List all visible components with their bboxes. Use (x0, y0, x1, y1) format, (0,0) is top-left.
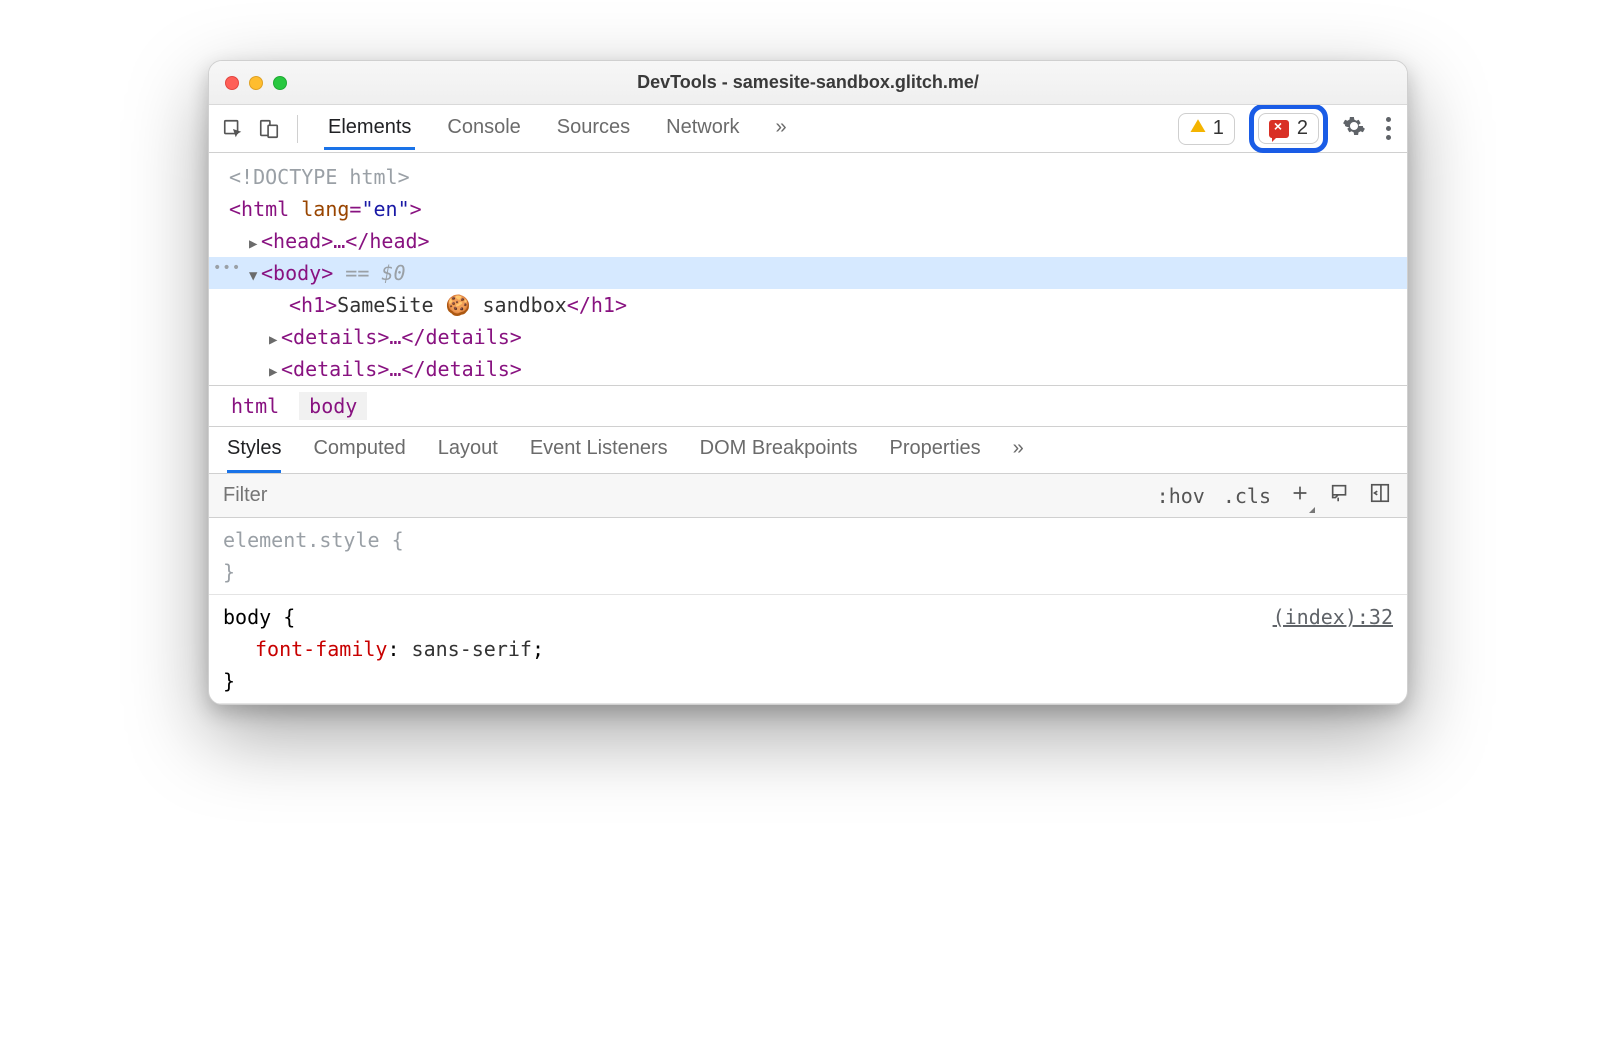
style-source-link[interactable]: (index):32 (1273, 601, 1393, 633)
minimize-window-button[interactable] (249, 76, 263, 90)
window-title: DevTools - samesite-sandbox.glitch.me/ (209, 72, 1407, 93)
subtab-styles[interactable]: Styles (227, 437, 281, 473)
toggle-computed-panel-icon[interactable] (1369, 482, 1391, 509)
breadcrumb: html body (209, 385, 1407, 427)
filter-tools: :hov .cls (1141, 482, 1407, 509)
crumb-body[interactable]: body (299, 392, 367, 420)
dom-html-open[interactable]: <html lang="en"> (209, 193, 1407, 225)
warnings-badge[interactable]: 1 (1178, 113, 1235, 145)
body-style-block[interactable]: (index):32 body { font-family: sans-seri… (209, 595, 1407, 704)
warnings-count: 1 (1213, 117, 1224, 140)
disclosure-right-icon[interactable]: ▶ (269, 361, 281, 383)
subtab-computed[interactable]: Computed (313, 437, 405, 473)
element-style-close: } (223, 556, 1393, 588)
devtools-window: DevTools - samesite-sandbox.glitch.me/ E… (208, 60, 1408, 705)
styles-subtabs: Styles Computed Layout Event Listeners D… (209, 427, 1407, 474)
dom-h1[interactable]: <h1>SameSite 🍪 sandbox</h1> (209, 289, 1407, 321)
tab-console[interactable]: Console (443, 108, 524, 150)
subtab-event-listeners[interactable]: Event Listeners (530, 437, 668, 473)
toolbar-separator (297, 115, 298, 143)
paint-brush-icon[interactable] (1329, 482, 1351, 509)
more-menu-icon[interactable] (1380, 117, 1397, 140)
tab-overflow[interactable]: » (772, 108, 791, 150)
subtab-layout[interactable]: Layout (438, 437, 498, 473)
dom-details-1[interactable]: ▶<details>…</details> (209, 321, 1407, 353)
dom-body-selected[interactable]: ▼<body> == $0 (209, 257, 1407, 289)
panel-tabs: Elements Console Sources Network » (324, 108, 791, 150)
issue-icon (1269, 120, 1289, 138)
crumb-html[interactable]: html (221, 392, 289, 420)
traffic-lights (225, 76, 287, 90)
tab-sources[interactable]: Sources (553, 108, 634, 150)
disclosure-right-icon[interactable]: ▶ (249, 233, 261, 255)
dom-doctype[interactable]: <!DOCTYPE html> (209, 161, 1407, 193)
dom-head[interactable]: ▶<head>…</head> (209, 225, 1407, 257)
filter-row: :hov .cls (209, 474, 1407, 518)
warning-icon (1189, 117, 1207, 141)
css-property[interactable]: font-family (255, 637, 387, 661)
element-style-selector: element.style { (223, 524, 1393, 556)
body-style-close: } (223, 665, 1393, 697)
cls-toggle[interactable]: .cls (1223, 484, 1271, 508)
body-selector: body { (223, 601, 1393, 633)
maximize-window-button[interactable] (273, 76, 287, 90)
new-style-rule-button[interactable] (1289, 482, 1311, 509)
close-window-button[interactable] (225, 76, 239, 90)
tab-network[interactable]: Network (662, 108, 743, 150)
disclosure-down-icon[interactable]: ▼ (249, 265, 261, 287)
titlebar: DevTools - samesite-sandbox.glitch.me/ (209, 61, 1407, 105)
device-toolbar-icon[interactable] (255, 115, 283, 143)
settings-icon[interactable] (1342, 114, 1366, 143)
css-value[interactable]: sans-serif (412, 637, 532, 661)
main-toolbar: Elements Console Sources Network » 1 2 (209, 105, 1407, 153)
styles-filter-input[interactable] (209, 474, 1141, 517)
element-style-block[interactable]: element.style { } (209, 518, 1407, 595)
dom-details-2[interactable]: ▶<details>…</details> (209, 353, 1407, 385)
dom-tree[interactable]: <!DOCTYPE html> <html lang="en"> ▶<head>… (209, 153, 1407, 385)
toolbar-right: 1 2 (1178, 104, 1397, 153)
subtab-overflow[interactable]: » (1013, 437, 1024, 473)
tab-elements[interactable]: Elements (324, 108, 415, 150)
hov-toggle[interactable]: :hov (1157, 484, 1205, 508)
subtab-dom-breakpoints[interactable]: DOM Breakpoints (700, 437, 858, 473)
issues-badge[interactable]: 2 (1258, 113, 1319, 144)
issues-highlight: 2 (1249, 104, 1328, 153)
subtab-properties[interactable]: Properties (890, 437, 981, 473)
disclosure-right-icon[interactable]: ▶ (269, 329, 281, 351)
inspect-element-icon[interactable] (219, 115, 247, 143)
styles-pane: element.style { } (index):32 body { font… (209, 518, 1407, 704)
issues-count: 2 (1297, 117, 1308, 140)
